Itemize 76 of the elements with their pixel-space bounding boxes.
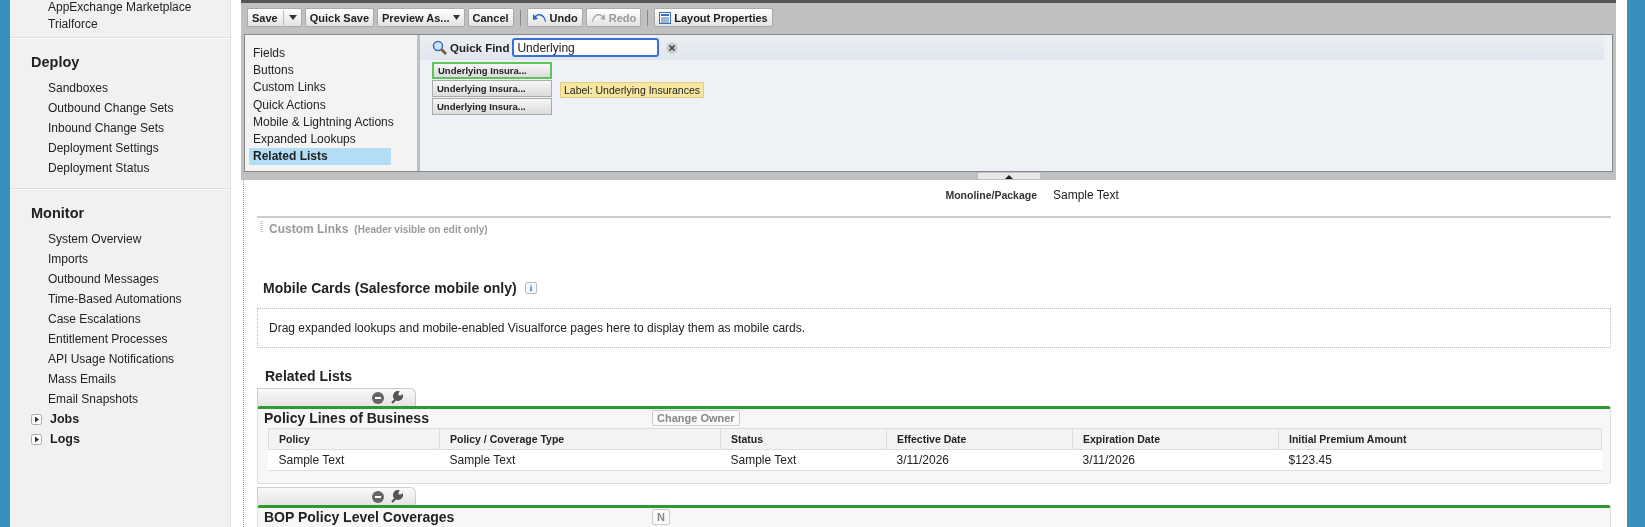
sidebar-link[interactable]: Entitlement Processes	[48, 329, 230, 349]
column-header: Status	[720, 428, 887, 450]
related-list-title: Policy Lines of Business	[264, 410, 430, 426]
sidebar-link[interactable]: Mass Emails	[48, 369, 230, 389]
toolbar-button[interactable]: Cancel	[467, 8, 514, 27]
palette-category[interactable]: Fields	[249, 45, 391, 63]
section-heading: Deploy	[31, 54, 80, 70]
wrench-icon[interactable]	[390, 391, 403, 404]
palette-category[interactable]: Expanded Lookups	[249, 131, 391, 149]
column-header: Initial Premium Amount	[1278, 428, 1602, 450]
sidebar-link[interactable]: Outbound Messages	[48, 269, 230, 289]
caret-icon	[288, 15, 297, 20]
table-cell: Sample Text	[439, 449, 721, 471]
sidebar-link[interactable]: Case Escalations	[48, 309, 230, 329]
remove-icon[interactable]	[372, 490, 384, 503]
section-heading: Monitor	[31, 205, 85, 221]
sidebar-link[interactable]: Imports	[48, 249, 230, 269]
column-header: Expiration Date	[1072, 428, 1279, 450]
toolbar-button[interactable]: Preview As...	[377, 8, 465, 27]
column-header: Effective Date	[886, 428, 1073, 450]
search-field[interactable]: Underlying	[512, 38, 660, 57]
sidebar-link[interactable]: Trialforce	[48, 14, 230, 34]
table-cell: Sample Text	[268, 449, 440, 471]
table-cell: $123.45	[1278, 449, 1602, 471]
toolbar-button[interactable]: Layout Properties	[654, 8, 773, 27]
section-heading: Mobile Cards (Salesforce mobile only)	[263, 280, 517, 296]
caret-icon	[452, 15, 460, 20]
wrench-icon[interactable]	[390, 490, 403, 503]
info-button[interactable]: i	[524, 282, 538, 294]
section-title: Custom Links	[269, 222, 349, 236]
drop-zone: Drag expanded lookups and mobile-enabled Visualforce pages here to display them as mobile cards.	[257, 308, 1611, 348]
remove-icon[interactable]	[372, 391, 384, 404]
column-header: Policy	[268, 428, 440, 450]
tooltip: Label: Underlying Insurances	[560, 82, 704, 98]
palette-category[interactable]: Buttons	[249, 62, 391, 80]
column-header: Policy / Coverage Type	[439, 428, 721, 450]
drag-handle-icon	[260, 221, 263, 233]
sidebar-link[interactable]: System Overview	[48, 229, 230, 249]
sidebar-link[interactable]: Sandboxes	[48, 78, 230, 98]
table-cell: Sample Text	[720, 449, 887, 471]
palette-item[interactable]: Underlying Insura...	[432, 62, 552, 79]
palette-item[interactable]: Underlying Insura...	[432, 98, 552, 115]
list-button[interactable]: Change Owner	[652, 410, 740, 426]
sidebar-link[interactable]: AppExchange Marketplace	[48, 0, 230, 14]
sidebar-folder[interactable]: Jobs	[50, 409, 80, 429]
search-icon	[432, 40, 447, 55]
undo-icon	[531, 12, 547, 23]
properties-icon	[659, 11, 672, 24]
sidebar-link[interactable]: Email Snapshots	[48, 389, 230, 409]
sidebar-link[interactable]: Outbound Change Sets	[48, 98, 230, 118]
sidebar-link[interactable]: Deployment Settings	[48, 138, 230, 158]
section-heading: Related Lists	[265, 368, 353, 384]
palette-category[interactable]: Quick Actions	[249, 96, 391, 114]
palette-category[interactable]: Custom Links	[249, 79, 391, 97]
clear-icon[interactable]	[666, 41, 679, 54]
resize-handle-icon[interactable]	[976, 172, 1041, 180]
expand-icon[interactable]	[31, 433, 42, 445]
palette-category[interactable]: Related Lists	[249, 148, 391, 166]
sidebar-link[interactable]: Inbound Change Sets	[48, 118, 230, 138]
field-label: Monoline/Package	[944, 189, 1037, 201]
toolbar-button[interactable]: Undo	[526, 8, 583, 27]
toolbar-button[interactable]: Save	[247, 8, 302, 27]
palette-item[interactable]: Underlying Insura...	[432, 80, 552, 97]
sidebar-folder[interactable]: Logs	[50, 429, 80, 449]
related-list-title: BOP Policy Level Coverages	[264, 509, 456, 525]
sidebar-link[interactable]: API Usage Notifications	[48, 349, 230, 369]
toolbar-button[interactable]: Quick Save	[304, 8, 375, 27]
redo-icon	[590, 12, 606, 23]
sidebar-link[interactable]: Time-Based Automations	[48, 289, 230, 309]
expand-icon[interactable]	[31, 413, 42, 425]
table-cell: 3/11/2026	[1072, 449, 1279, 471]
section-note: (Header visible on edit only)	[354, 224, 488, 235]
field-label: Quick Find	[450, 41, 510, 54]
field-value: Sample Text	[1053, 188, 1119, 202]
sidebar-link[interactable]: Deployment Status	[48, 158, 230, 178]
table-cell: 3/11/2026	[886, 449, 1073, 471]
